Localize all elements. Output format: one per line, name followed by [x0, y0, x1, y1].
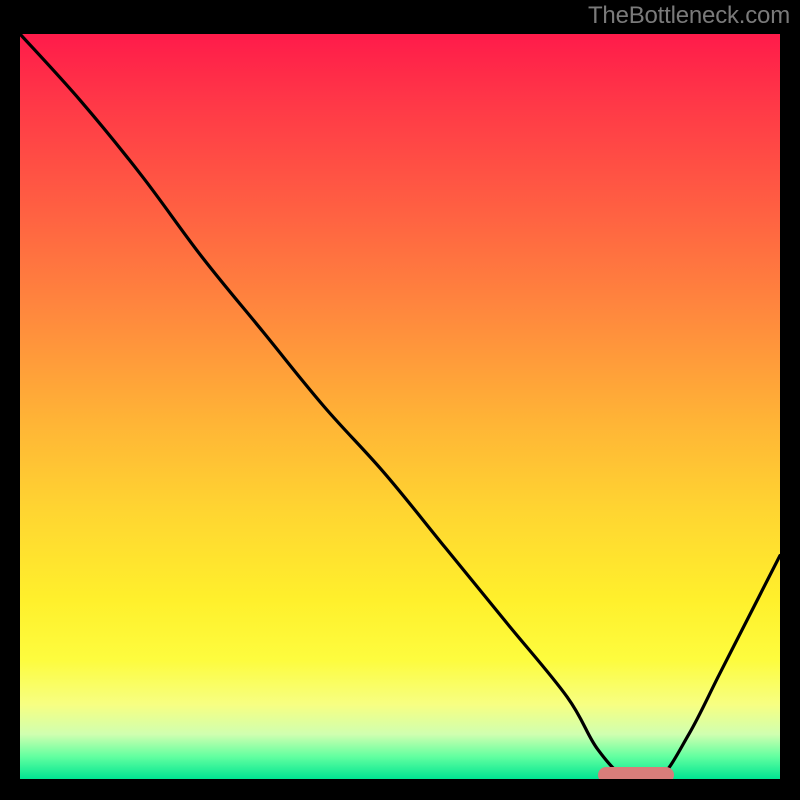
plot-area [20, 34, 780, 779]
chart-container: TheBottleneck.com [0, 0, 800, 800]
optimal-range-marker [598, 767, 674, 779]
bottleneck-curve [20, 34, 780, 779]
watermark-text: TheBottleneck.com [588, 2, 790, 30]
curve-svg [20, 34, 780, 779]
